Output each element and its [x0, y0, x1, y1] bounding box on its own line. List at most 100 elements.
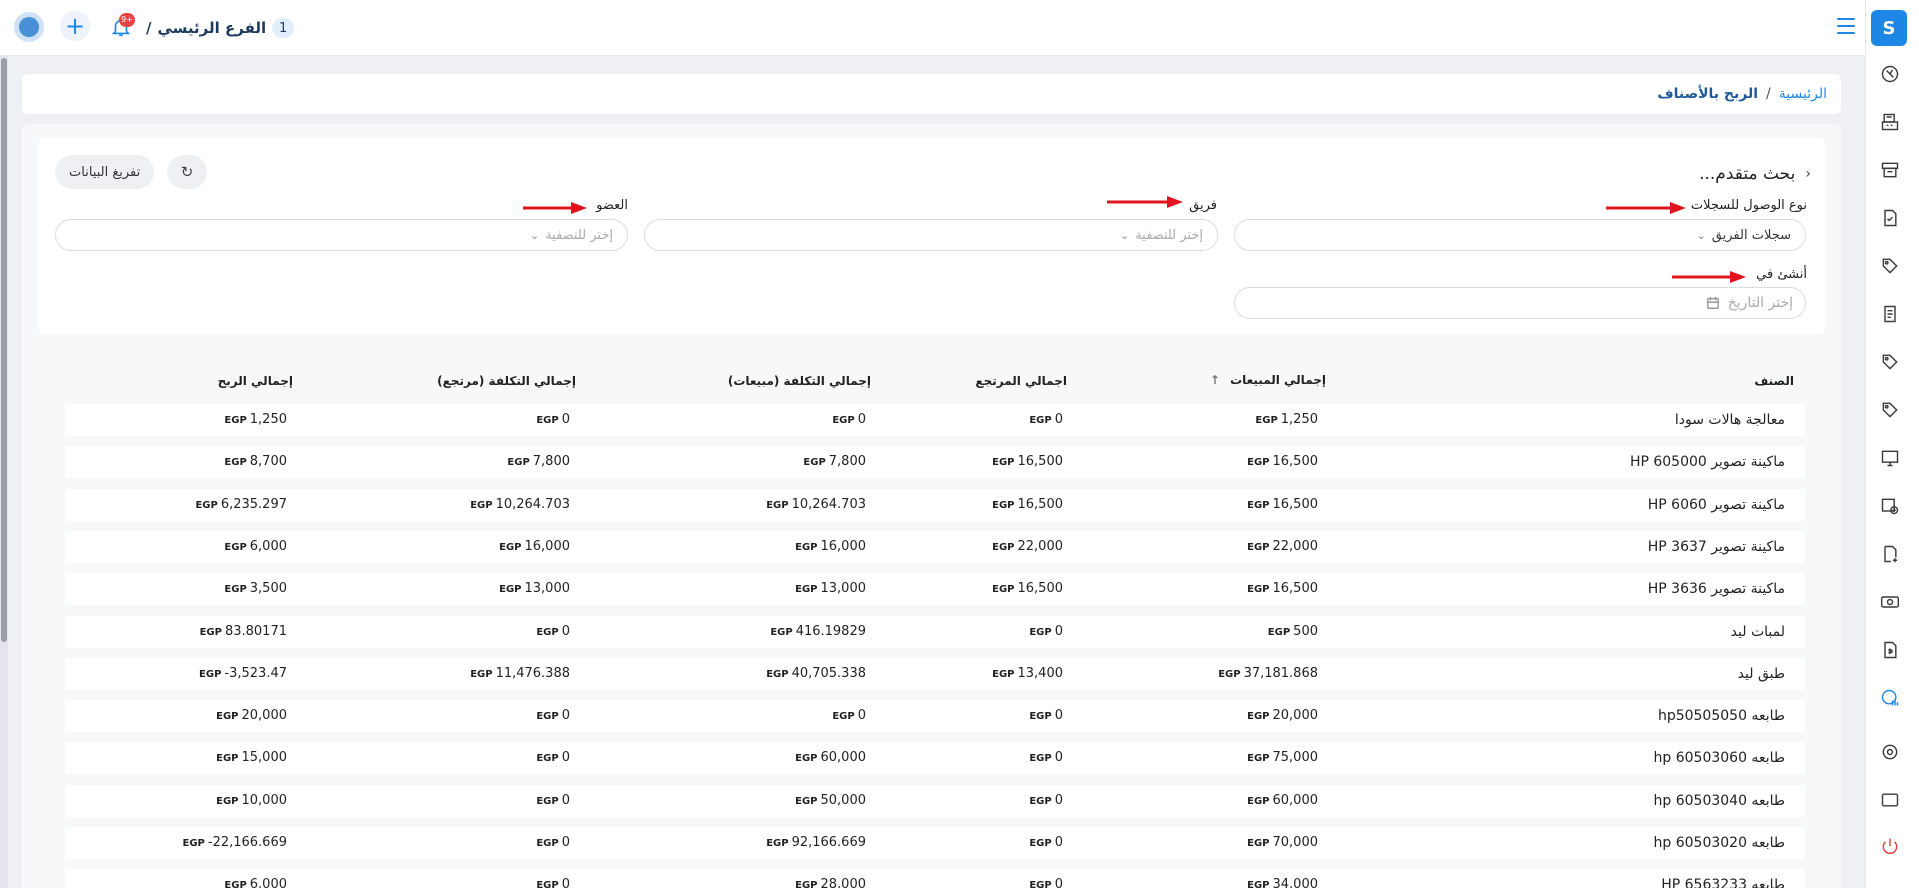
currency-label: EGP [992, 584, 1015, 595]
cost-returns-cell: EGP 10,264.703 [470, 489, 570, 521]
amount-value: 16,500 [1272, 454, 1319, 469]
add-button[interactable]: + [60, 11, 90, 41]
amount-value: 28,000 [820, 877, 867, 888]
currency-label: EGP [224, 880, 247, 888]
currency-label: EGP [1029, 753, 1052, 764]
profit-cell: EGP 15,000 [216, 742, 287, 774]
table-row[interactable] [65, 446, 1805, 478]
breadcrumb-current: الربح بالأصناف [1657, 86, 1759, 102]
access-type-select[interactable]: سجلات الفريق ⌄ [1234, 219, 1806, 251]
file-add-icon[interactable] [1878, 542, 1902, 566]
app-logo[interactable] [14, 12, 44, 42]
currency-label: EGP [1247, 753, 1270, 764]
square-icon[interactable] [1878, 788, 1902, 812]
currency-label: EGP [770, 627, 793, 638]
sales-cell: EGP 16,500 [1247, 446, 1318, 478]
amount-value: 13,400 [1017, 666, 1064, 681]
returns-cell: EGP 0 [1029, 404, 1063, 436]
currency-label: EGP [1247, 542, 1270, 553]
scrollbar[interactable] [0, 56, 8, 888]
report-chart-icon[interactable] [1878, 686, 1902, 710]
cost-returns-cell: EGP 13,000 [499, 573, 570, 605]
invoice-icon[interactable] [1878, 302, 1902, 326]
cost-returns-cell: EGP 0 [536, 742, 570, 774]
speedometer-icon[interactable] [1878, 62, 1902, 86]
refresh-button[interactable]: ↻ [167, 155, 207, 189]
scrollbar-thumb[interactable] [1, 58, 7, 642]
document-icon[interactable] [1878, 206, 1902, 230]
table-row[interactable] [65, 700, 1805, 732]
header-profit[interactable]: إجمالي الربح [218, 374, 293, 388]
header-returns[interactable]: اجمالي المرتجع [975, 374, 1067, 388]
amount-value: 0 [561, 750, 570, 765]
header-sales[interactable]: إجمالي المبيعات ↑ [1210, 373, 1326, 387]
shop-icon[interactable] [1878, 158, 1902, 182]
currency-label: EGP [536, 796, 559, 807]
table-row[interactable] [65, 827, 1805, 859]
amount-value: -22,166.669 [207, 835, 287, 850]
profit-cell: EGP 6,000 [224, 869, 287, 888]
currency-label: EGP [536, 415, 559, 426]
currency-label: EGP [1247, 880, 1270, 888]
cash-register-icon[interactable] [1878, 110, 1902, 134]
member-select[interactable]: إختر للتصفية ⌄ [55, 219, 628, 251]
profit-cell: EGP -3,523.47 [199, 658, 287, 690]
breadcrumb-home[interactable]: الرئيسية [1779, 86, 1827, 102]
table-row[interactable] [65, 785, 1805, 817]
menu-icon[interactable] [1837, 18, 1855, 34]
amount-value: 6,000 [249, 539, 287, 554]
tag-icon[interactable] [1878, 350, 1902, 374]
currency-label: EGP [536, 753, 559, 764]
amount-value: 16,500 [1017, 497, 1064, 512]
amount-value: 8,700 [249, 454, 287, 469]
returns-cell: EGP 16,500 [992, 489, 1063, 521]
sales-cell: EGP 20,000 [1247, 700, 1318, 732]
currency-label: EGP [1029, 880, 1052, 888]
table-row[interactable] [65, 742, 1805, 774]
amount-value: 0 [1054, 708, 1063, 723]
profit-cell: EGP 83.80171 [200, 616, 287, 648]
header-cost-returns[interactable]: إجمالي التكلفة (مرتجع) [437, 374, 576, 388]
header-cost-sales[interactable]: إجمالي التكلفة (مبيعات) [728, 374, 871, 388]
table-row[interactable] [65, 658, 1805, 690]
tag-icon[interactable] [1878, 254, 1902, 278]
app-logo-tile[interactable]: S [1871, 10, 1907, 46]
advanced-search-toggle[interactable]: ‹ بحث متقدم... [1699, 162, 1811, 186]
table-row[interactable] [65, 573, 1805, 605]
header-item[interactable]: الصنف [1754, 374, 1794, 388]
export-button[interactable]: تفريغ البيانات [55, 155, 155, 189]
bell-icon[interactable]: +9 [108, 13, 135, 40]
power-icon[interactable] [1878, 834, 1902, 858]
table-row[interactable] [65, 404, 1805, 436]
table-row[interactable] [65, 531, 1805, 563]
amount-value: 0 [561, 835, 570, 850]
currency-label: EGP [1247, 711, 1270, 722]
image-add-icon[interactable] [1878, 494, 1902, 518]
amount-value: 20,000 [1272, 708, 1319, 723]
currency-label: EGP [766, 669, 789, 680]
profit-cell: EGP 6,235.297 [195, 489, 287, 521]
currency-label: EGP [470, 500, 493, 511]
item-name-cell: ماكينة تصوير HP 6060 [1647, 497, 1785, 513]
money-icon[interactable] [1878, 590, 1902, 614]
cost-sales-cell: EGP 40,705.338 [766, 658, 866, 690]
sales-cell: EGP 1,250 [1255, 404, 1318, 436]
team-select[interactable]: إختر للتصفية ⌄ [644, 219, 1218, 251]
amount-value: 0 [1054, 412, 1063, 427]
branch-selector[interactable]: 1 الفرع الرئيسي / [146, 16, 295, 40]
gear-icon[interactable] [1878, 740, 1902, 764]
amount-value: 22,000 [1272, 539, 1319, 554]
cost-sales-cell: EGP 0 [832, 404, 866, 436]
file-dollar-icon[interactable] [1878, 638, 1902, 662]
item-name-cell: معالجة هالات سودا [1674, 412, 1785, 428]
amount-value: 16,500 [1272, 581, 1319, 596]
tag-icon[interactable] [1878, 398, 1902, 422]
monitor-icon[interactable] [1878, 446, 1902, 470]
cost-sales-cell: EGP 7,800 [803, 446, 866, 478]
table-row[interactable] [65, 869, 1805, 888]
currency-label: EGP [536, 838, 559, 849]
table-row[interactable] [65, 616, 1805, 648]
date-input[interactable]: إختر التاريخ [1234, 287, 1806, 319]
table-row[interactable] [65, 489, 1805, 521]
member-placeholder: إختر للتصفية [545, 227, 613, 243]
